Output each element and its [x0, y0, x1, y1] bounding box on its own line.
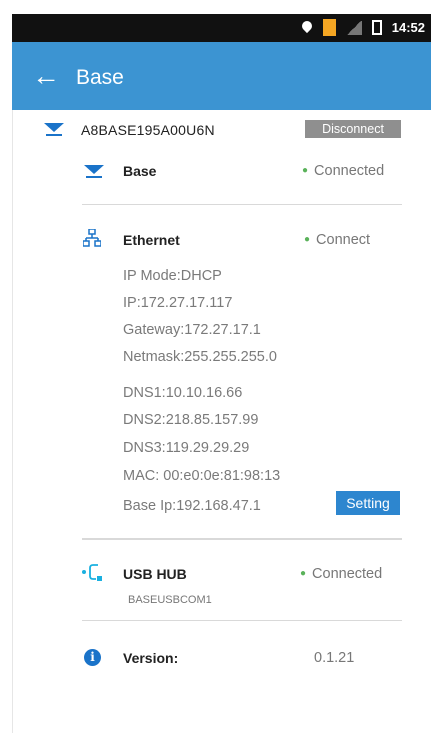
ethernet-detail-mac: MAC: 00:e0:0e:81:98:13 — [123, 468, 281, 484]
info-icon: i — [84, 649, 101, 666]
usb-label: USB HUB — [123, 566, 187, 582]
ethernet-detail-dns1: DNS1:10.10.16.66 — [123, 385, 243, 401]
status-dot-icon: ● — [304, 234, 311, 245]
usb-sublabel: BASEUSBCOM1 — [128, 594, 212, 606]
ethernet-detail-gateway: Gateway:172.27.17.1 — [123, 322, 261, 338]
ethernet-status-text: Connect — [316, 232, 371, 248]
base-label: Base — [123, 163, 157, 179]
setting-button[interactable]: Setting — [336, 491, 400, 515]
usb-icon — [82, 564, 102, 581]
ethernet-status: ● Connect — [304, 232, 370, 248]
base-wifi-icon — [84, 165, 104, 178]
network-icon — [83, 229, 101, 247]
device-name: A8BASE195A00U6N — [81, 122, 215, 138]
ethernet-detail-dns2: DNS2:218.85.157.99 — [123, 412, 259, 428]
status-time: 14:52 — [391, 20, 425, 35]
signal-icon — [345, 20, 362, 35]
divider — [82, 204, 402, 205]
sim-card-icon — [322, 19, 336, 36]
status-dot-icon: ● — [302, 165, 309, 176]
usb-status: ● Connected — [300, 566, 382, 582]
back-arrow-icon[interactable]: ← — [32, 62, 60, 90]
divider — [82, 620, 402, 621]
device-wifi-icon — [44, 123, 64, 136]
ethernet-label: Ethernet — [123, 232, 180, 248]
status-bar: 14:52 — [12, 14, 431, 42]
divider — [82, 538, 402, 540]
status-icons: 14:52 — [301, 19, 425, 36]
left-edge-rule — [12, 110, 13, 733]
app-bar: ← Base — [12, 42, 431, 110]
page-title: Base — [76, 66, 124, 89]
usb-status-text: Connected — [312, 566, 383, 582]
ethernet-detail-netmask: Netmask:255.255.255.0 — [123, 349, 277, 365]
battery-icon — [371, 20, 382, 35]
location-icon — [301, 21, 313, 35]
status-dot-icon: ● — [300, 568, 307, 579]
ethernet-detail-dns3: DNS3:119.29.29.29 — [123, 440, 250, 456]
base-status-text: Connected — [314, 163, 385, 179]
ethernet-detail-ip: IP:172.27.17.117 — [123, 295, 233, 311]
base-status: ● Connected — [302, 163, 384, 179]
ethernet-detail-ip-mode: IP Mode:DHCP — [123, 268, 222, 284]
version-value: 0.1.21 — [314, 650, 355, 666]
version-label: Version: — [123, 650, 179, 666]
disconnect-button[interactable]: Disconnect — [305, 120, 401, 138]
ethernet-detail-base-ip: Base Ip:192.168.47.1 — [123, 498, 261, 514]
